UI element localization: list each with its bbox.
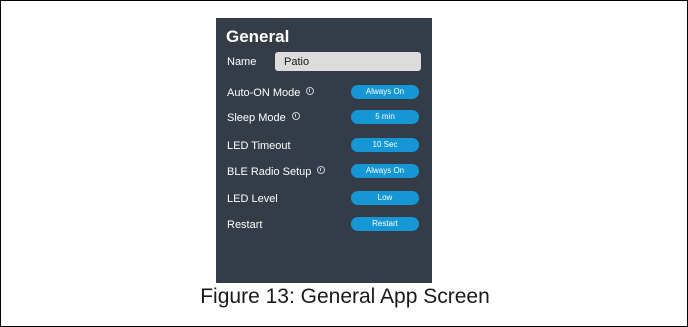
restart-button[interactable]: Restart (351, 217, 419, 231)
name-label: Name (227, 56, 257, 68)
info-icon[interactable] (306, 87, 315, 95)
setting-row-led-timeout: LED Timeout 10 Sec (216, 138, 432, 153)
figure-frame: General Name Auto-ON Mode Always On Slee… (0, 0, 688, 327)
led-level-label: LED Level (227, 193, 278, 205)
panel-title: General (226, 27, 290, 46)
auto-on-mode-label: Auto-ON Mode (227, 87, 301, 99)
name-input[interactable] (275, 52, 421, 71)
general-settings-panel: General Name Auto-ON Mode Always On Slee… (216, 18, 432, 283)
ble-radio-setup-label: BLE Radio Setup (227, 166, 312, 178)
info-icon[interactable] (317, 166, 326, 174)
setting-row-led-level: LED Level Low (216, 191, 432, 206)
info-icon[interactable] (291, 112, 300, 120)
restart-label: Restart (227, 219, 263, 231)
sleep-mode-button[interactable]: 5 min (351, 110, 419, 124)
figure-caption: Figure 13: General App Screen (200, 285, 490, 308)
setting-row-auto-on-mode: Auto-ON Mode Always On (216, 85, 432, 100)
auto-on-mode-button[interactable]: Always On (351, 85, 419, 99)
setting-row-ble-radio-setup: BLE Radio Setup Always On (216, 164, 432, 179)
led-timeout-label: LED Timeout (227, 140, 291, 152)
led-timeout-button[interactable]: 10 Sec (351, 138, 419, 152)
sleep-mode-label: Sleep Mode (227, 112, 286, 124)
setting-row-sleep-mode: Sleep Mode 5 min (216, 110, 432, 125)
ble-radio-setup-button[interactable]: Always On (351, 164, 419, 178)
setting-row-restart: Restart Restart (216, 217, 432, 232)
led-level-button[interactable]: Low (351, 191, 419, 205)
